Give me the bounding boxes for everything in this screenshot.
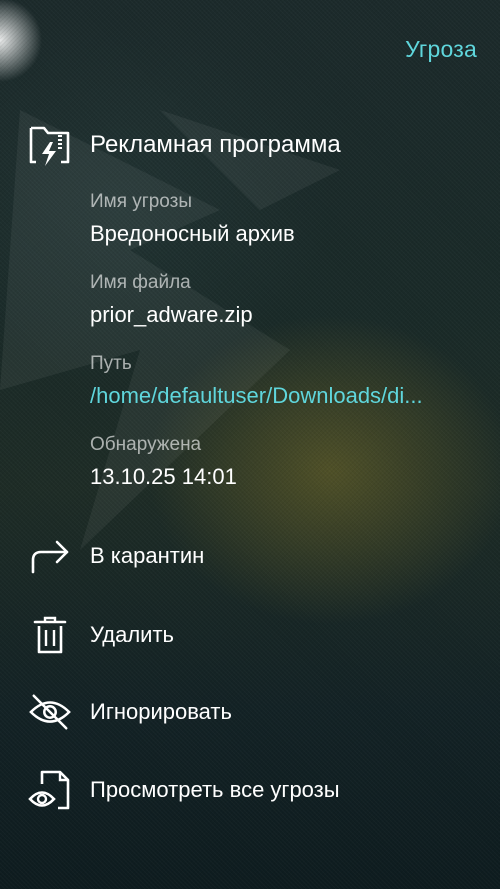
field-label: Обнаружена bbox=[90, 434, 202, 455]
delete-label: Удалить bbox=[90, 622, 174, 647]
field-value: 13.10.25 14:01 bbox=[90, 464, 237, 489]
path-link[interactable]: /home/defaultuser/Downloads/di... bbox=[90, 382, 423, 410]
field-label: Путь bbox=[90, 353, 132, 374]
threat-type: Рекламная программа bbox=[90, 131, 341, 158]
trash-icon bbox=[33, 616, 67, 654]
field-label: Имя файла bbox=[90, 272, 191, 293]
view-all-threats-button[interactable]: Просмотреть все угрозы bbox=[28, 768, 340, 812]
field-label: Имя угрозы bbox=[90, 191, 193, 212]
field-value: Вредоносный архив bbox=[90, 221, 295, 246]
field-value: prior_adware.zip bbox=[90, 302, 253, 327]
quarantine-button[interactable]: В карантин bbox=[28, 534, 204, 578]
eye-off-icon bbox=[29, 694, 71, 730]
share-arrow-icon bbox=[31, 540, 69, 574]
folder-lightning-icon bbox=[29, 126, 70, 166]
field-path: Путь /home/defaultuser/Downloads/di... bbox=[90, 352, 423, 410]
field-file-name: Имя файла prior_adware.zip bbox=[90, 271, 253, 329]
ignore-button[interactable]: Игнорировать bbox=[28, 690, 232, 734]
delete-button[interactable]: Удалить bbox=[28, 613, 174, 657]
quarantine-label: В карантин bbox=[90, 543, 205, 568]
field-threat-name: Имя угрозы Вредоносный архив bbox=[90, 190, 295, 248]
document-eye-icon bbox=[28, 770, 70, 810]
field-detected: Обнаружена 13.10.25 14:01 bbox=[90, 433, 237, 491]
page-title: Угроза bbox=[405, 36, 477, 62]
view-all-threats-label: Просмотреть все угрозы bbox=[90, 777, 340, 802]
ignore-label: Игнорировать bbox=[90, 699, 232, 724]
threat-type-row: Рекламная программа bbox=[28, 122, 341, 168]
